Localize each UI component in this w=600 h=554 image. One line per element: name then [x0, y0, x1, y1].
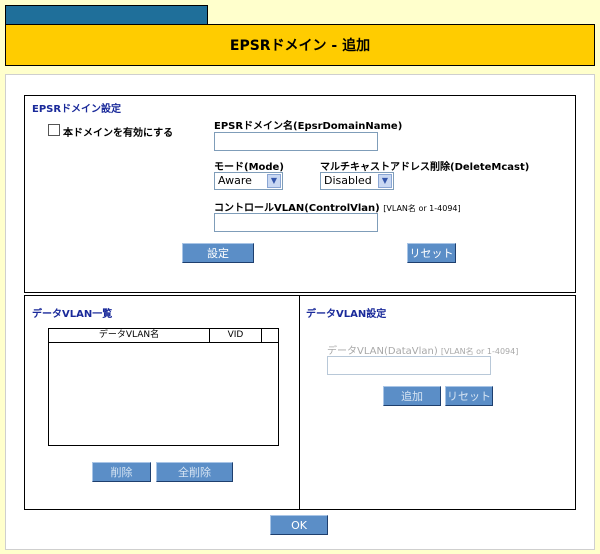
domain-name-label: EPSRドメイン名(EpsrDomainName) [214, 121, 403, 132]
data-vlan-list-title: データVLAN一覧 [32, 309, 113, 320]
control-vlan-label: コントロールVLAN(ControlVlan) [VLAN名 or 1-4094… [214, 199, 461, 214]
data-vlan-table[interactable]: データVLAN名 VID [48, 328, 279, 446]
chevron-down-icon: ▼ [267, 174, 281, 188]
data-vlan-hint: [VLAN名 or 1-4094] [440, 347, 519, 356]
reset-button[interactable]: リセット [407, 243, 456, 263]
delete-mcast-select[interactable]: Disabled ▼ [320, 172, 394, 190]
page-title-bar: EPSRドメイン - 追加 [5, 24, 595, 66]
page-title: EPSRドメイン - 追加 [229, 38, 371, 54]
ok-button[interactable]: OK [270, 515, 328, 535]
delete-all-button[interactable]: 全削除 [156, 462, 233, 482]
column-header-vid: VID [210, 329, 262, 342]
enable-domain-checkbox[interactable] [48, 124, 60, 136]
data-vlan-reset-button[interactable]: リセット [445, 386, 493, 406]
control-vlan-input[interactable] [214, 213, 378, 232]
table-header: データVLAN名 VID [49, 329, 278, 343]
mode-label: モード(Mode) [214, 162, 284, 173]
delete-button[interactable]: 削除 [92, 462, 151, 482]
add-button[interactable]: 追加 [383, 386, 441, 406]
enable-domain-label: 本ドメインを有効にする [63, 128, 174, 139]
chevron-down-icon: ▼ [378, 174, 392, 188]
mode-select[interactable]: Aware ▼ [214, 172, 283, 190]
domain-settings-panel: EPSRドメイン設定 本ドメインを有効にする EPSRドメイン名(EpsrDom… [24, 95, 576, 293]
set-button[interactable]: 設定 [182, 243, 254, 263]
data-vlan-settings-panel: データVLAN設定 データVLAN(DataVlan) [VLAN名 or 1-… [299, 295, 576, 510]
delete-mcast-select-value: Disabled [324, 174, 372, 187]
form-container: EPSRドメイン設定 本ドメインを有効にする EPSRドメイン名(EpsrDom… [5, 74, 595, 550]
column-header-name: データVLAN名 [49, 329, 210, 342]
data-vlan-input[interactable] [327, 356, 491, 375]
domain-settings-title: EPSRドメイン設定 [32, 104, 122, 115]
control-vlan-hint: [VLAN名 or 1-4094] [383, 204, 461, 213]
header-tab [5, 5, 208, 25]
delete-mcast-label: マルチキャストアドレス削除(DeleteMcast) [320, 162, 530, 173]
data-vlan-settings-title: データVLAN設定 [306, 309, 387, 320]
domain-name-input[interactable] [214, 132, 378, 151]
column-header-spacer [262, 329, 276, 342]
data-vlan-label: データVLAN(DataVlan) [VLAN名 or 1-4094] [327, 342, 518, 357]
data-vlan-list-panel: データVLAN一覧 データVLAN名 VID 削除 全削除 [24, 295, 301, 510]
mode-select-value: Aware [218, 174, 252, 187]
